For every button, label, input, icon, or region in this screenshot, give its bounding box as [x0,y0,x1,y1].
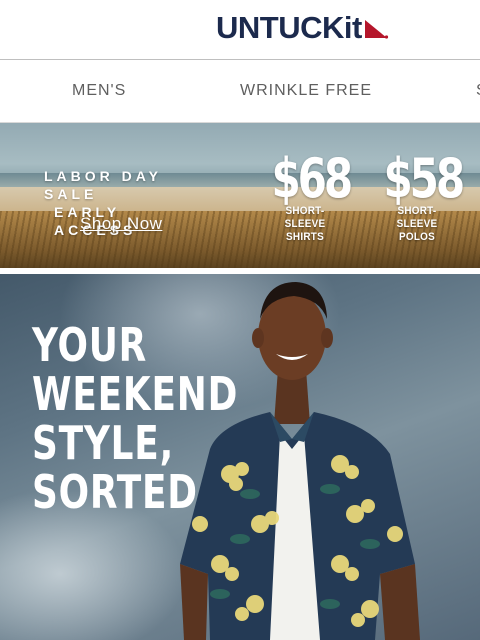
hero-heading-line2: WEEKEND [32,367,239,421]
hero-heading-line3: STYLE, [32,416,174,470]
offer-caption-line1: SHORT-SLEEVE [284,205,326,230]
model-photo [180,282,420,640]
nav-item-clipped[interactable]: S [476,60,480,122]
offer-caption-line1: SHORT-SLEEVE [396,205,438,230]
sale-banner[interactable]: LABOR DAY SALE EARLY ACCESS Shop Now $68… [0,123,480,268]
sale-heading-line1: LABOR DAY SALE [44,168,162,202]
shop-now-link[interactable]: Shop Now [80,214,162,234]
offer-price: $68 [271,147,353,210]
hero-section[interactable]: YOUR WEEKEND STYLE, SORTED [0,274,480,640]
offer-price: $58 [383,147,465,210]
hero-heading: YOUR WEEKEND STYLE, SORTED [32,318,239,519]
hero-heading-line1: YOUR [32,318,148,372]
category-nav: MEN'S WRINKLE FREE S [0,60,480,123]
hero-heading-line4: SORTED [32,465,198,519]
nav-item-wrinkle-free[interactable]: WRINKLE FREE [240,60,372,122]
brand-logo[interactable]: UNTUCKit [216,10,389,46]
offer-caption-line2: POLOS [398,231,435,243]
offer-polos[interactable]: $58 SHORT-SLEEVE POLOS [374,147,465,244]
logo-text: UNTUCKit [216,10,362,45]
site-header: UNTUCKit [0,0,480,60]
logo-flag-icon [364,20,388,39]
offer-caption-line2: SHIRTS [286,231,324,243]
nav-item-mens[interactable]: MEN'S [72,60,126,122]
offer-shirts[interactable]: $68 SHORT-SLEEVE SHIRTS [262,147,353,244]
